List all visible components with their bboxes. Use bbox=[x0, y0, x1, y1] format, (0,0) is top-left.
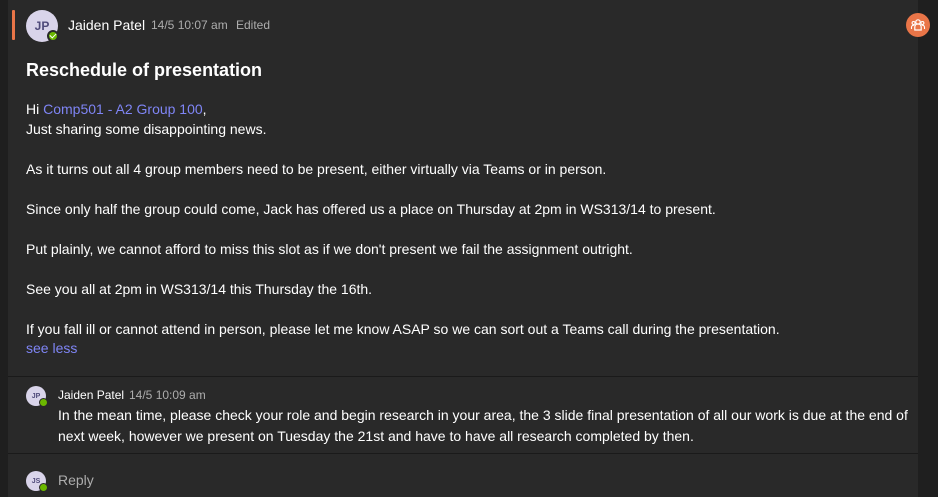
team-glyph bbox=[910, 19, 926, 31]
post-timestamp: 14/5 10:07 am bbox=[151, 18, 228, 32]
edited-label: Edited bbox=[236, 18, 271, 32]
presence-available-icon bbox=[47, 30, 59, 42]
conversation-view: JP Jaiden Patel 14/5 10:07 am Edited Res… bbox=[0, 0, 938, 497]
greeting-line: Hi Comp501 - A2 Group 100, bbox=[26, 101, 207, 117]
body-line: See you all at 2pm in WS313/14 this Thur… bbox=[26, 281, 373, 297]
author-initials: JP bbox=[34, 19, 50, 33]
reply-message: In the mean time, please check your role… bbox=[58, 407, 908, 444]
body-line: As it turns out all 4 group members need… bbox=[26, 161, 607, 177]
reply-author-initials: JP bbox=[31, 392, 41, 400]
reply-timestamp: 14/5 10:09 am bbox=[129, 388, 206, 402]
important-accent-bar bbox=[12, 10, 15, 40]
presence-available-icon bbox=[39, 398, 48, 407]
body-line: Put plainly, we cannot afford to miss th… bbox=[26, 241, 633, 257]
body-line: Just sharing some disappointing news. bbox=[26, 121, 267, 137]
reply-button[interactable]: Reply bbox=[58, 472, 94, 488]
body-line: If you fall ill or cannot attend in pers… bbox=[26, 321, 780, 337]
presence-available-icon bbox=[39, 483, 48, 492]
composer-divider bbox=[8, 453, 918, 454]
greeting-suffix: , bbox=[202, 101, 207, 117]
reply-author-name[interactable]: Jaiden Patel bbox=[58, 388, 124, 402]
current-user-initials: JS bbox=[31, 477, 41, 485]
see-less-link[interactable]: see less bbox=[26, 340, 77, 356]
team-icon[interactable] bbox=[906, 13, 930, 37]
channel-mention[interactable]: Comp501 - A2 Group 100 bbox=[43, 101, 203, 117]
reply-divider bbox=[8, 376, 918, 377]
greeting-prefix: Hi bbox=[26, 101, 44, 117]
author-name[interactable]: Jaiden Patel bbox=[68, 17, 145, 33]
body-line: Since only half the group could come, Ja… bbox=[26, 201, 716, 217]
post-subject: Reschedule of presentation bbox=[26, 60, 263, 80]
